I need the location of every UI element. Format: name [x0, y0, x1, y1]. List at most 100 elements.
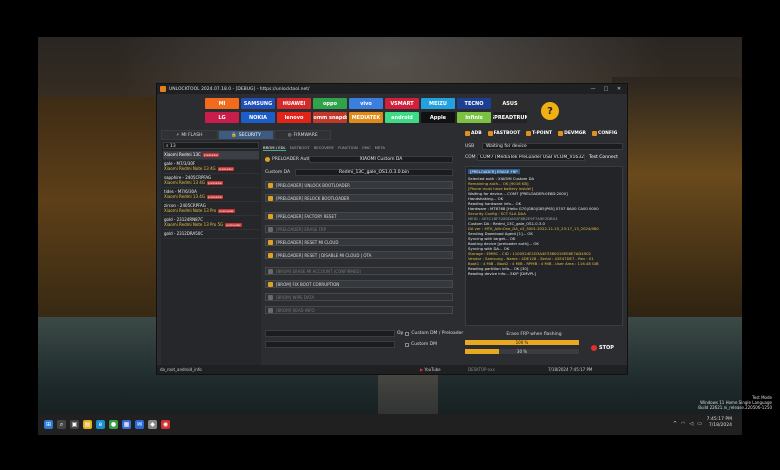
- list-item[interactable]: zircon - 2405CRPFAG Xiaomi Redmi Note 13 …: [163, 202, 259, 216]
- title-bar[interactable]: UNLOCKTOOL 2024.07.18.0 - [DEBUG] - http…: [157, 84, 627, 94]
- stop-icon: [591, 345, 597, 351]
- brand-lg[interactable]: LG: [205, 112, 239, 123]
- brand-samsung[interactable]: SAMSUNG: [241, 98, 275, 109]
- brand-meizu[interactable]: MEIZU: [421, 98, 455, 109]
- brand-nokia[interactable]: NOKIA: [241, 112, 275, 123]
- list-item[interactable]: gold - 2312DRA50C: [163, 230, 259, 239]
- battery-icon[interactable]: ▭: [697, 421, 702, 427]
- windows-watermark: Test Mode Windows 11 Home Single Languag…: [698, 395, 772, 410]
- chevron-up-icon[interactable]: ^: [673, 421, 677, 427]
- brand-asus[interactable]: ASUS: [493, 98, 527, 109]
- minimize-button[interactable]: —: [588, 86, 598, 92]
- tpoint-button[interactable]: T-POINT: [526, 131, 552, 136]
- brand-spreadtrum[interactable]: SPREADTRUM: [493, 112, 527, 123]
- brand-mediatek[interactable]: MEDIATEK: [349, 112, 383, 123]
- subtab-function[interactable]: FUNCTION: [338, 145, 358, 151]
- function-button[interactable]: [BROM] FIX BOOT CORRUPTION: [265, 280, 453, 288]
- function-button[interactable]: [PRELOADER] UNLOCK BOOTLOADER: [265, 181, 453, 189]
- mail-icon[interactable]: ✉: [135, 420, 144, 429]
- usb-select[interactable]: Waiting for device: [482, 143, 623, 150]
- function-button-label: [BROM] WIPE DATA: [276, 294, 315, 300]
- list-item[interactable]: gale - M7/3/30F Xiaomi Redmi Note 13 4G pr…: [163, 160, 259, 174]
- tab-mi-flash[interactable]: ⚡ MI FLASH: [161, 130, 218, 140]
- tab-firmware[interactable]: ◎ FIRMWARE: [274, 130, 332, 140]
- file-explorer-icon[interactable]: ▤: [83, 420, 92, 429]
- custom-file-select[interactable]: [265, 341, 395, 348]
- function-button[interactable]: [PRELOADER] ERASE FRP: [265, 225, 453, 233]
- model-search-input[interactable]: ⌕ 13: [163, 142, 259, 149]
- brand-tecno[interactable]: TECNO: [457, 98, 491, 109]
- brand-vivo[interactable]: vivo: [349, 98, 383, 109]
- brand-infinix[interactable]: Infinix: [457, 112, 491, 123]
- volume-icon[interactable]: ◁: [689, 421, 693, 427]
- windows-start-icon[interactable]: ⊞: [44, 420, 53, 429]
- brand-mi[interactable]: MI: [205, 98, 239, 109]
- model-name-text: Xiaomi Redmi Note 13 Pro 5G: [164, 222, 224, 227]
- function-button[interactable]: [PRELOADER] FACTORY RESET: [265, 212, 453, 220]
- function-button[interactable]: [PRELOADER] RELOCK BOOTLOADER: [265, 194, 453, 202]
- adb-button[interactable]: ADB: [465, 131, 482, 136]
- custom-dm-checkbox[interactable]: [405, 342, 409, 347]
- close-button[interactable]: ✕: [614, 86, 624, 92]
- brand-oppo[interactable]: oppo: [313, 98, 347, 109]
- fastboot-button[interactable]: FASTBOOT: [487, 131, 520, 136]
- function-button[interactable]: [BROM] ERASE MI ACCOUNT (CONFIRMED): [265, 267, 453, 275]
- model-name-text: Xiaomi Redmi Note 13 Pro: [164, 208, 217, 213]
- com-select[interactable]: COM7 (MediaTek PreLoader USB VCOM_V1632 …: [477, 154, 585, 161]
- auth-icon: [265, 157, 270, 162]
- action-icon: [268, 252, 273, 258]
- list-item[interactable]: gold - 23124RN87C Xiaomi Redmi Note 13 Pr…: [163, 216, 259, 230]
- subtab-fastboot[interactable]: FASTBOOT: [290, 145, 310, 151]
- wifi-icon[interactable]: ◠: [681, 421, 685, 427]
- chrome-icon[interactable]: ●: [109, 420, 118, 429]
- preloader-auth-select[interactable]: XIAOMI Custom DA: [309, 156, 453, 163]
- brand-android[interactable]: android: [385, 112, 419, 123]
- list-item[interactable]: sapphire - 2405CRPFAG Xiaomi Redmi 13 4G p…: [163, 174, 259, 188]
- test-connect-button[interactable]: Test Connect: [589, 155, 618, 160]
- function-button[interactable]: [PRELOADER] RESET MI CLOUD: [265, 238, 453, 246]
- subtab-recovery[interactable]: RECOVERY: [314, 145, 334, 151]
- taskbar-clock[interactable]: 7:45:17 PM 7/18/2024: [707, 417, 732, 429]
- search-icon[interactable]: ⌕: [57, 420, 66, 429]
- custom-dm-preloader-checkbox[interactable]: [405, 331, 410, 336]
- com-label: COM: [465, 155, 476, 160]
- subtab-brom-edl[interactable]: BROM / EDL: [263, 145, 286, 151]
- youtube-link[interactable]: ▶ YouTube: [420, 367, 468, 372]
- brand-apple[interactable]: Apple: [421, 112, 455, 123]
- tab-security[interactable]: 🔒 SECURITY: [217, 130, 275, 140]
- tab-label: SECURITY: [238, 132, 261, 138]
- brand-vsmart[interactable]: VSMART: [385, 98, 419, 109]
- list-item[interactable]: Xiaomi Redmi 13C preloader: [163, 151, 259, 160]
- action-icon: [268, 281, 273, 287]
- store-icon[interactable]: ▦: [122, 420, 131, 429]
- config-label: CONFIG: [598, 131, 618, 136]
- devmgr-button[interactable]: DEVMGR: [558, 131, 586, 136]
- task-view-icon[interactable]: ▣: [70, 420, 79, 429]
- function-button[interactable]: [BROM] WIPE DATA: [265, 293, 453, 301]
- lock-icon: 🔒: [231, 132, 237, 138]
- window-title: UNLOCKTOOL 2024.07.18.0 - [DEBUG] - http…: [169, 86, 310, 92]
- brand-qualcomm-snapdragon[interactable]: Qualcomm snapdragon: [313, 112, 347, 123]
- brand-lenovo[interactable]: lenovo: [277, 112, 311, 123]
- list-item[interactable]: tides - M7/6/30A Xiaomi Redmi 13 4G preloa…: [163, 188, 259, 202]
- function-button[interactable]: [PRELOADER] RESET | DISABLE MI CLOUD | O…: [265, 251, 453, 259]
- stop-button[interactable]: STOP: [591, 342, 619, 354]
- devmgr-label: DEVMGR: [564, 131, 587, 136]
- status-badge: preloader: [206, 181, 224, 185]
- function-button-label: [BROM] FIX BOOT CORRUPTION: [276, 281, 340, 287]
- action-icon: [268, 195, 273, 201]
- app-icon[interactable]: ◆: [148, 420, 157, 429]
- taskbar-icons: ⊞ ⌕ ▣ ▤ e ● ▦ ✉ ◆ ◉: [42, 420, 172, 429]
- maximize-button[interactable]: □: [601, 86, 611, 92]
- subtab-omc[interactable]: OMC: [362, 145, 371, 151]
- op-select[interactable]: [265, 330, 395, 337]
- edge-icon[interactable]: e: [96, 420, 105, 429]
- subtab-meta[interactable]: META: [375, 145, 385, 151]
- brand-huawei[interactable]: HUAWEI: [277, 98, 311, 109]
- function-button[interactable]: [BROM] READ INFO: [265, 306, 453, 314]
- config-button[interactable]: CONFIG: [592, 131, 617, 136]
- custom-da-select[interactable]: Redmi_13C_gale_OS1.0.3.0.bin: [295, 169, 453, 176]
- unlocktool-icon[interactable]: ◉: [161, 420, 170, 429]
- help-icon[interactable]: ?: [541, 102, 559, 120]
- model-name: Xiaomi Redmi 13 4G preloader: [164, 180, 258, 185]
